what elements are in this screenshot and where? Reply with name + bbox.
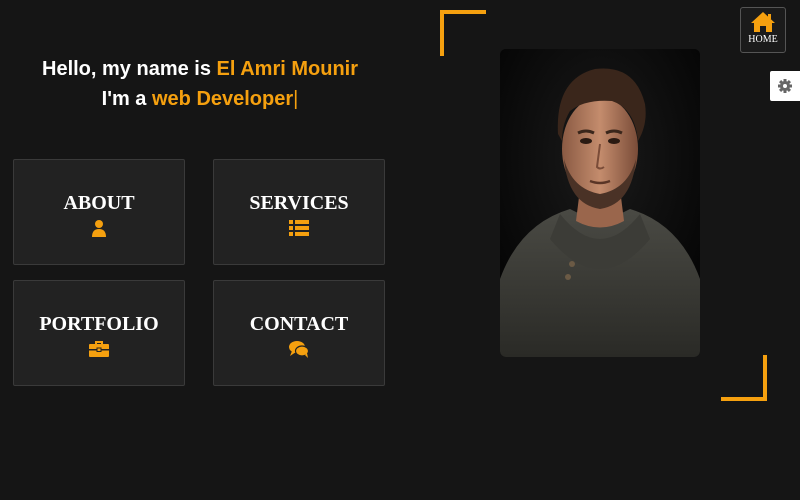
- services-card-title: SERVICES: [249, 192, 349, 214]
- hero-role: web Developer: [151, 88, 294, 110]
- contact-card-title: CONTACT: [249, 313, 349, 335]
- hero-name: El Amri Mounir: [216, 58, 358, 80]
- frame-corner-bottom-right: [721, 355, 767, 401]
- gear-icon: [778, 79, 792, 93]
- services-card[interactable]: SERVICES: [213, 159, 385, 265]
- profile-photo: [500, 49, 700, 357]
- hero-greeting: Hello, my name is El Amri Mounir I'm a w…: [0, 54, 400, 114]
- home-label: HOME: [748, 34, 778, 45]
- comments-icon: [289, 341, 309, 358]
- portfolio-card[interactable]: PORTFOLIO: [13, 280, 185, 386]
- portfolio-page: Hello, my name is El Amri Mounir I'm a w…: [0, 0, 800, 500]
- home-button[interactable]: HOME: [740, 7, 786, 53]
- briefcase-icon: [89, 341, 109, 357]
- frame-corner-top-left: [440, 10, 486, 56]
- about-card[interactable]: ABOUT: [13, 159, 185, 265]
- hero-line-2: I'm a web Developer|: [0, 84, 400, 114]
- hero-role-prefix: I'm a: [101, 88, 152, 110]
- about-card-title: ABOUT: [63, 192, 135, 214]
- home-icon: [751, 12, 775, 32]
- portfolio-card-title: PORTFOLIO: [39, 313, 159, 335]
- hero-intro-text: Hello, my name is: [42, 58, 217, 80]
- hero-line-1: Hello, my name is El Amri Mounir: [0, 54, 400, 84]
- profile-portrait-image: [500, 49, 700, 357]
- settings-button[interactable]: [770, 71, 800, 101]
- list-icon: [289, 220, 309, 236]
- contact-card[interactable]: CONTACT: [213, 280, 385, 386]
- user-icon: [92, 220, 106, 237]
- typing-cursor: |: [293, 88, 299, 110]
